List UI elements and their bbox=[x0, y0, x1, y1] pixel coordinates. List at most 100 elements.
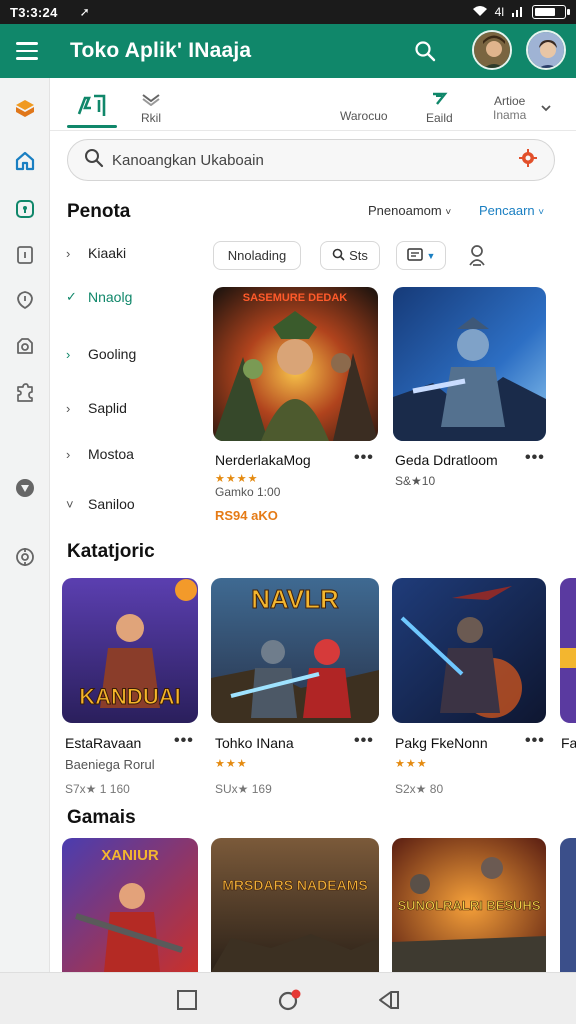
category-label: Nnaolg bbox=[88, 289, 133, 305]
category-label: Kiaaki bbox=[88, 245, 127, 261]
tab-artioe-label: Artioe bbox=[494, 94, 526, 108]
tab-artioe[interactable]: Artioe Inama bbox=[493, 94, 526, 122]
document-icon[interactable] bbox=[13, 243, 37, 267]
search-icon bbox=[332, 248, 345, 264]
app-bar: Toko Aplik' INaaja bbox=[0, 24, 576, 78]
game-thumbnail-partial[interactable] bbox=[560, 578, 576, 723]
list-view-icon bbox=[406, 247, 423, 264]
sort-dropdown[interactable]: Pnenoamom ˅ bbox=[368, 203, 451, 218]
tab-recent[interactable]: Eaild bbox=[426, 92, 453, 125]
tab-store[interactable] bbox=[77, 94, 107, 123]
check-icon: ✓ bbox=[66, 289, 77, 304]
sort-dropdown-label: Pnenoamom bbox=[368, 203, 442, 218]
more-options-icon[interactable]: ••• bbox=[174, 732, 194, 750]
chevron-right-icon: › bbox=[66, 400, 71, 416]
rating-stars: ★★★ bbox=[215, 758, 248, 770]
game-thumbnail[interactable]: XANIUR bbox=[62, 838, 198, 972]
game-title-partial[interactable]: Fa bbox=[561, 735, 576, 751]
thumbnail-banner-text: XANIUR bbox=[101, 847, 159, 864]
thumbnail-banner-text: SUNOLRALRI BESUHS bbox=[397, 898, 540, 913]
signal-text: 4l bbox=[494, 5, 504, 19]
home-icon[interactable] bbox=[13, 149, 37, 173]
chevron-down-icon: ˅ bbox=[538, 207, 545, 218]
game-thumbnail[interactable]: MRSDARS NADEAMS bbox=[211, 838, 379, 972]
thumbnail-banner-text: MRSDARS NADEAMS bbox=[222, 877, 367, 893]
navigation-rail bbox=[0, 78, 50, 972]
search-input[interactable] bbox=[112, 151, 492, 169]
category-label: Gooling bbox=[88, 346, 137, 362]
game-thumbnail[interactable] bbox=[392, 578, 546, 723]
status-bar: T3:3:24 ➚ 4l bbox=[0, 0, 576, 24]
settings-icon[interactable] bbox=[13, 545, 37, 569]
menu-icon[interactable] bbox=[16, 42, 38, 60]
tab-layers[interactable]: Rkil bbox=[140, 92, 162, 125]
camera-icon[interactable] bbox=[13, 334, 37, 358]
search-icon[interactable] bbox=[414, 40, 436, 67]
store-icon[interactable] bbox=[13, 97, 37, 121]
chevron-down-icon: ˅ bbox=[445, 207, 452, 218]
settings-gear-icon[interactable] bbox=[518, 148, 538, 173]
tab-warocuo[interactable]: Warocuo bbox=[340, 109, 388, 123]
chip-label: Sts bbox=[349, 248, 368, 263]
thumbnail-banner-text: KANDUAI bbox=[79, 684, 180, 709]
section-title: Katatjoric bbox=[67, 541, 155, 562]
chip-label: Nnolading bbox=[227, 248, 287, 263]
search-field-icon bbox=[84, 148, 104, 173]
filter-chip-view[interactable]: ▼ bbox=[396, 241, 446, 270]
game-title[interactable]: Geda Ddratloom bbox=[395, 452, 498, 468]
game-thumbnail[interactable]: NAVLR bbox=[211, 578, 379, 723]
sort-secondary-dropdown[interactable]: Pencaarn ˅ bbox=[479, 203, 544, 218]
rating-stars: ★★★★ bbox=[215, 473, 259, 485]
filter-chip-loading[interactable]: Nnolading bbox=[213, 241, 301, 270]
puzzle-icon[interactable] bbox=[13, 381, 37, 405]
person-icon[interactable] bbox=[466, 243, 488, 272]
notification-icon: ➚ bbox=[79, 5, 90, 19]
game-subtitle: Baeniega Rorul bbox=[65, 757, 155, 772]
home-button-icon[interactable] bbox=[277, 987, 303, 1013]
category-item[interactable]: › Kiaaki bbox=[66, 245, 126, 261]
game-thumbnail[interactable]: KANDUAI bbox=[62, 578, 198, 723]
more-options-icon[interactable]: ••• bbox=[354, 732, 374, 750]
chevron-down-icon: ▼ bbox=[426, 250, 436, 261]
badge-icon[interactable] bbox=[13, 476, 37, 500]
category-item[interactable]: › Mostoa bbox=[66, 446, 134, 462]
recents-button-icon[interactable] bbox=[174, 987, 200, 1013]
category-label: Saplid bbox=[88, 400, 127, 416]
active-tab-indicator bbox=[67, 125, 117, 128]
chevron-right-icon: › bbox=[66, 446, 71, 462]
more-options-icon[interactable]: ••• bbox=[354, 449, 374, 467]
system-navigation-bar bbox=[0, 972, 576, 1024]
game-title[interactable]: NerderlakaMog bbox=[215, 452, 311, 468]
game-rating-meta: SUx★ 169 bbox=[215, 782, 272, 796]
battery-icon bbox=[532, 5, 570, 19]
recent-arrow-icon bbox=[426, 92, 453, 109]
game-thumbnail[interactable]: SASEMURE DEDAK bbox=[213, 287, 378, 441]
tab-recent-label: Eaild bbox=[426, 111, 453, 125]
back-button-icon[interactable] bbox=[376, 987, 402, 1013]
game-thumbnail-partial[interactable] bbox=[560, 838, 576, 972]
filter-chip-search[interactable]: Sts bbox=[320, 241, 380, 270]
game-thumbnail[interactable] bbox=[393, 287, 546, 441]
shield-icon[interactable] bbox=[13, 288, 37, 312]
category-item[interactable]: › Saplid bbox=[66, 400, 127, 416]
tabs-divider bbox=[50, 130, 576, 131]
category-item[interactable]: › Gooling bbox=[66, 346, 136, 362]
more-options-icon[interactable]: ••• bbox=[525, 732, 545, 750]
wifi-icon bbox=[472, 5, 488, 20]
game-thumbnail[interactable]: SUNOLRALRI BESUHS bbox=[392, 838, 546, 972]
avatar-user[interactable] bbox=[526, 30, 566, 70]
game-title[interactable]: Tohko INana bbox=[215, 735, 294, 751]
search-bar[interactable] bbox=[67, 139, 555, 181]
chevron-down-icon: ˅ bbox=[66, 496, 74, 512]
more-options-icon[interactable]: ••• bbox=[525, 449, 545, 467]
thumbnail-banner-text: SASEMURE DEDAK bbox=[243, 292, 348, 304]
category-item-active[interactable]: ✓ Nnaolg bbox=[66, 289, 132, 305]
game-rating-meta: S7x★ 1 160 bbox=[65, 782, 130, 796]
lock-icon[interactable] bbox=[13, 197, 37, 221]
tabs-chevron-down-icon[interactable] bbox=[540, 101, 552, 116]
category-item[interactable]: ˅ Saniloo bbox=[66, 496, 135, 512]
game-title[interactable]: EstaRavaan bbox=[65, 735, 141, 751]
cell-signal-icon bbox=[511, 5, 525, 20]
avatar-secondary[interactable] bbox=[472, 30, 512, 70]
game-title[interactable]: Pakg FkeNonn bbox=[395, 735, 488, 751]
